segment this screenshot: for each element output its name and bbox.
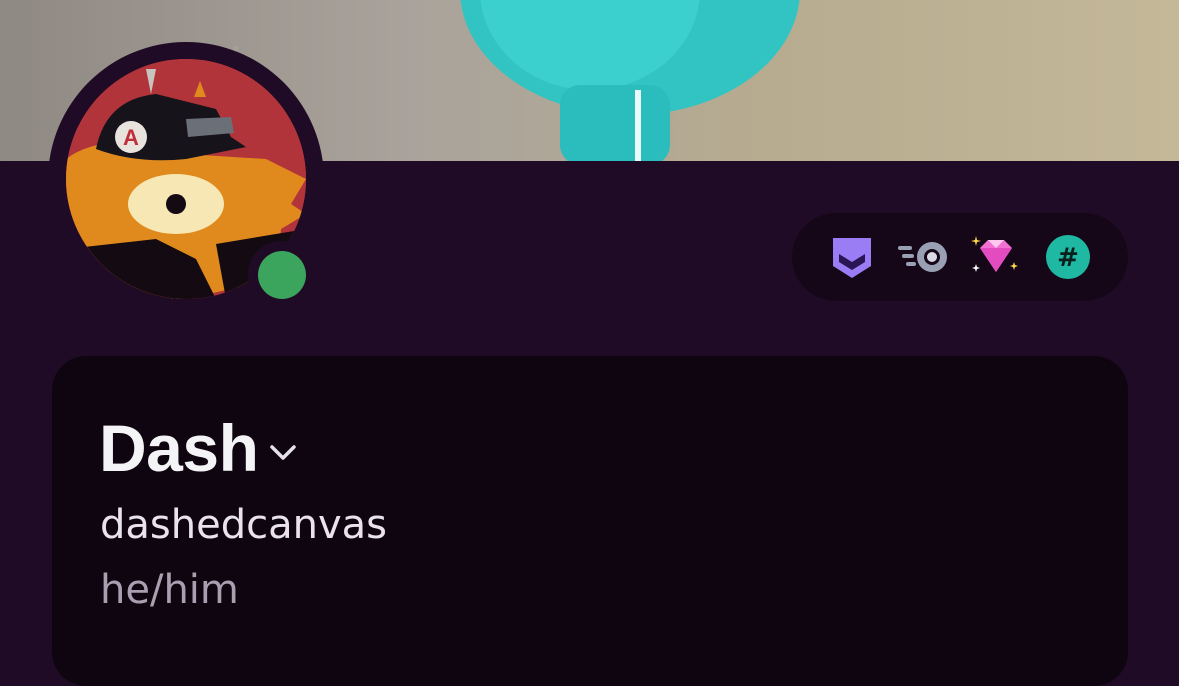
- display-name[interactable]: Dash: [99, 408, 259, 488]
- nitro-icon[interactable]: [896, 234, 950, 280]
- pronouns: he/him: [100, 567, 239, 613]
- hashtag-icon[interactable]: #: [1045, 234, 1091, 280]
- chevron-down-icon[interactable]: [268, 437, 298, 467]
- boost-gem-icon[interactable]: [970, 234, 1020, 280]
- svg-text:A: A: [123, 125, 139, 150]
- svg-text:#: #: [1057, 243, 1079, 273]
- online-status-icon: [258, 251, 306, 299]
- badges-bar: #: [792, 213, 1128, 301]
- username: dashedcanvas: [100, 502, 387, 548]
- hypesquad-balance-icon[interactable]: [829, 234, 875, 280]
- banner-toy-image: [460, 0, 800, 161]
